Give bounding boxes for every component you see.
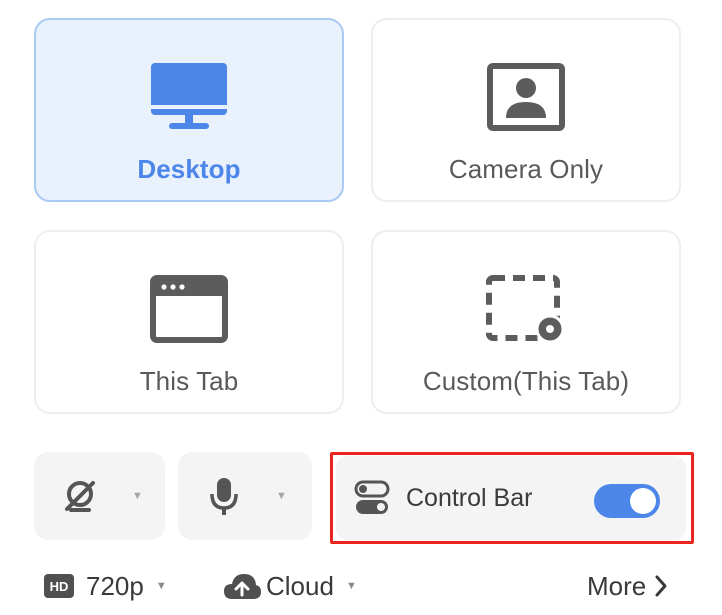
mode-label: Desktop [137,154,241,184]
camera-portrait-icon [478,58,574,136]
more-button[interactable]: More [587,566,672,606]
mode-label: This Tab [139,366,239,396]
control-bar-row[interactable]: Control Bar [336,456,686,540]
caret-down-icon[interactable]: ▼ [276,490,287,502]
hd-badge: HD [44,574,74,598]
panel-edge [718,0,722,615]
mode-card-camera-only[interactable]: Camera Only [371,18,681,202]
chevron-right-icon [654,573,672,599]
caret-down-icon[interactable]: ▼ [132,490,143,502]
custom-region-icon [478,270,574,348]
toggle-settings-icon [352,478,392,518]
camera-off-icon [62,476,98,516]
camera-toggle-button[interactable]: ▼ [34,452,165,540]
mode-card-custom-this-tab[interactable]: Custom(This Tab) [371,230,681,414]
quality-selector[interactable]: HD 720p ▼ [44,566,167,606]
cloud-upload-icon [222,571,262,601]
storage-selector[interactable]: Cloud ▼ [222,566,357,606]
control-bar-label: Control Bar [406,483,533,512]
more-label: More [587,570,647,601]
recording-panel: Desktop Camera Only This Tab Custom(This… [0,0,722,615]
browser-window-icon [141,270,237,348]
control-bar-switch[interactable] [594,484,660,518]
switch-knob [630,488,656,514]
microphone-toggle-button[interactable]: ▼ [178,452,312,540]
caret-down-icon: ▼ [155,580,167,592]
control-bar-highlight: Control Bar [330,452,694,544]
mode-label: Custom(This Tab) [422,366,630,396]
quality-value: 720p [86,570,144,601]
mode-label: Camera Only [448,154,604,184]
mode-card-desktop[interactable]: Desktop [34,18,344,202]
monitor-icon [141,58,237,136]
caret-down-icon: ▼ [345,580,357,592]
storage-value: Cloud [266,570,334,601]
microphone-icon [206,476,242,516]
mode-card-this-tab[interactable]: This Tab [34,230,344,414]
